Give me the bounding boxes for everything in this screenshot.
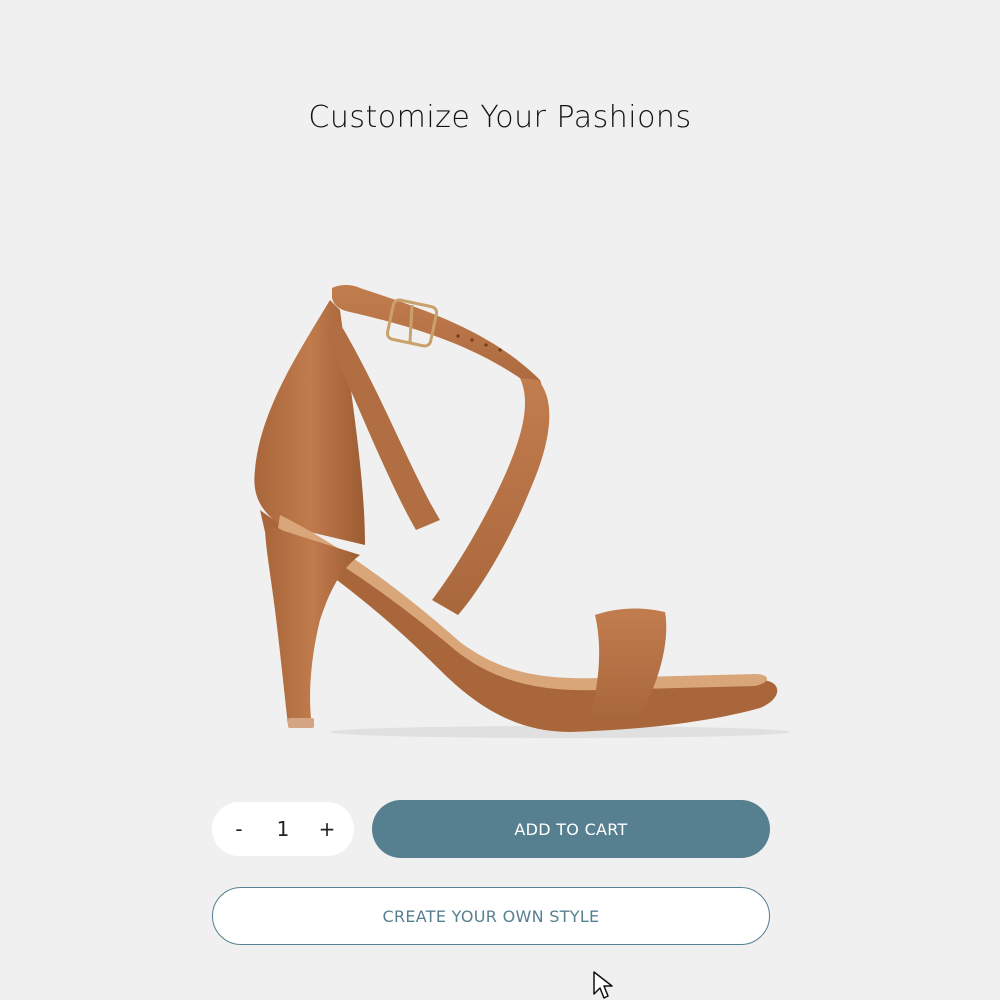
sandal-image [254, 285, 790, 738]
mouse-cursor-icon [593, 971, 613, 999]
add-to-cart-button[interactable]: ADD TO CART [372, 800, 770, 858]
quantity-stepper[interactable]: - 1 + [212, 802, 354, 856]
increment-button[interactable]: + [310, 812, 344, 846]
create-your-own-style-button[interactable]: CREATE YOUR OWN STYLE [212, 887, 770, 945]
quantity-value[interactable]: 1 [263, 817, 303, 841]
decrement-button[interactable]: - [222, 812, 256, 846]
page-title: Customize Your Pashions [308, 100, 692, 135]
